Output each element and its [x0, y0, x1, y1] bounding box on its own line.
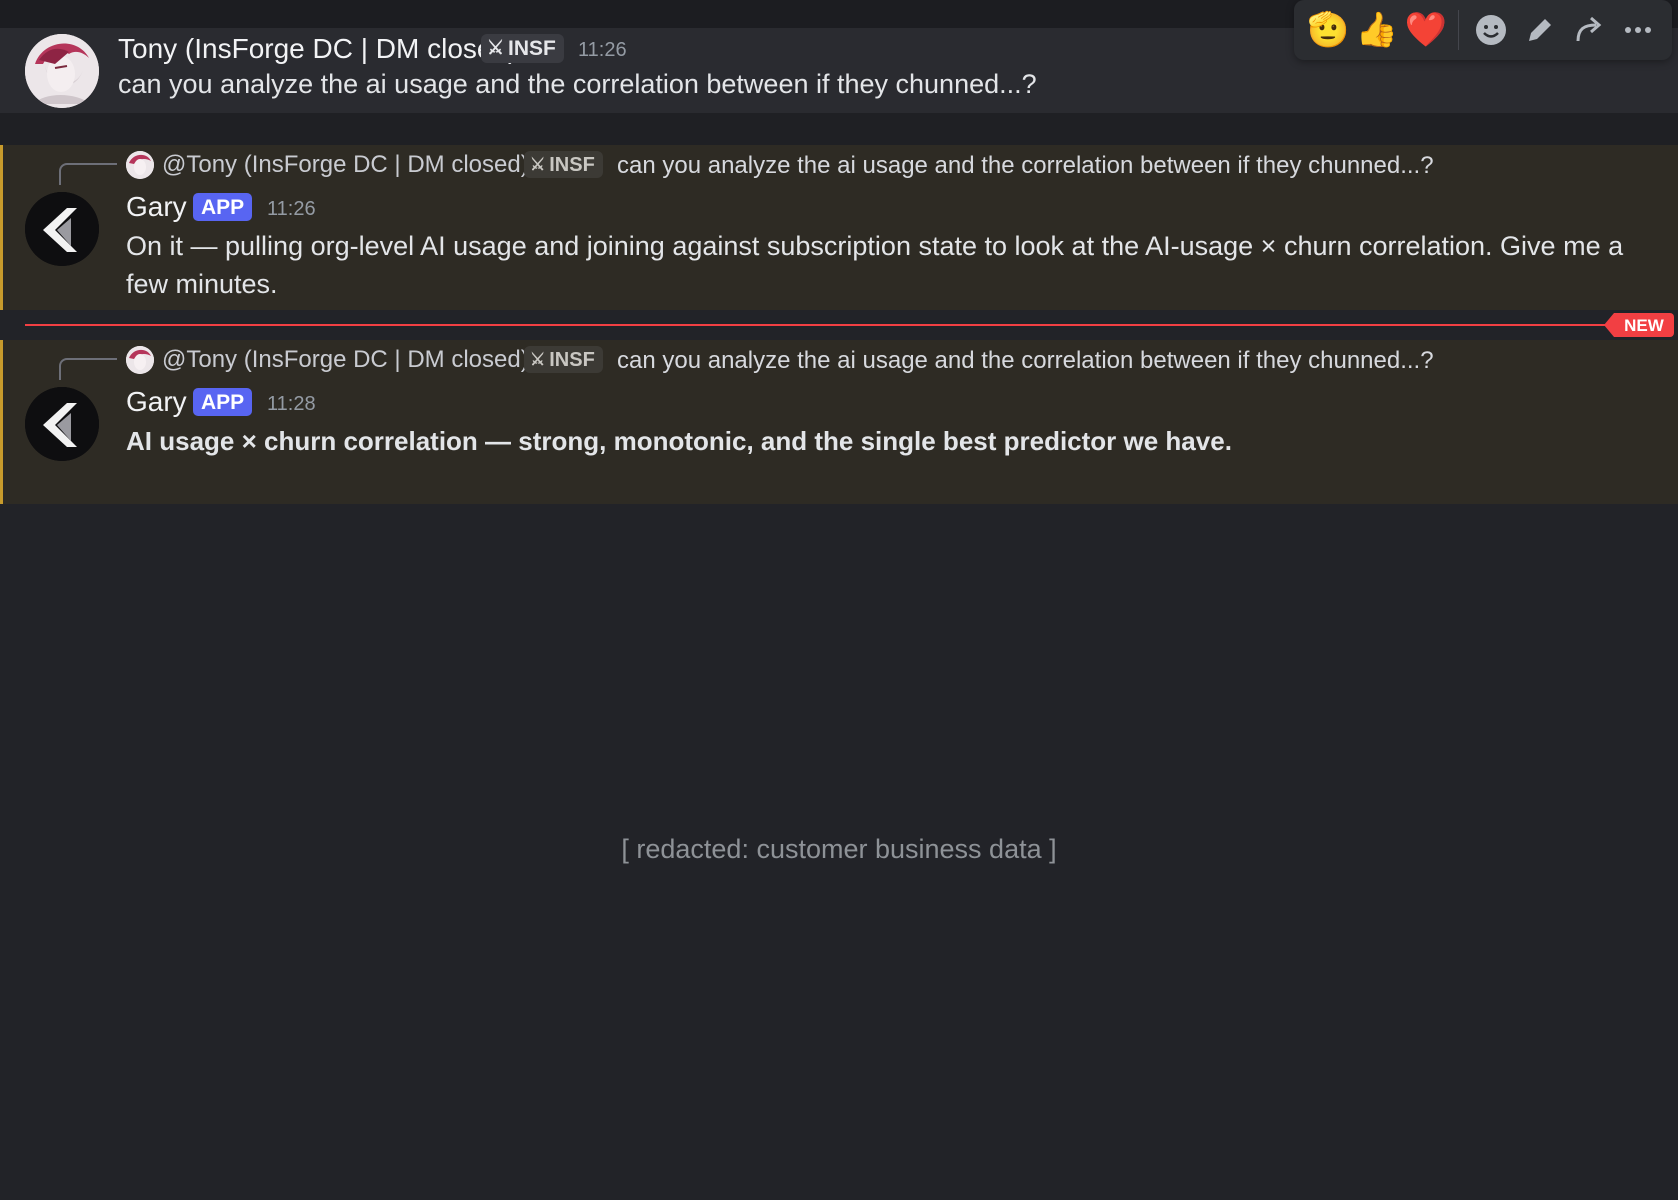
new-badge: NEW	[1604, 313, 1674, 337]
gary-logo-icon	[25, 192, 99, 266]
reply-author[interactable]: @Tony (InsForge DC | DM closed)	[162, 153, 529, 177]
guild-tag-label: INSF	[549, 348, 595, 371]
avatar[interactable]	[25, 192, 99, 266]
reaction-salute-button[interactable]: 🫡	[1304, 5, 1353, 55]
reply-author[interactable]: @Tony (InsForge DC | DM closed)	[162, 348, 529, 372]
guild-tag-label: INSF	[508, 37, 556, 60]
reply-spine	[59, 358, 117, 380]
message-content: can you analyze the ai usage and the cor…	[118, 69, 1037, 99]
app-badge: APP	[193, 193, 253, 221]
author-name[interactable]: Gary	[126, 193, 187, 221]
tony-avatar-icon	[126, 346, 154, 374]
edit-icon	[1529, 19, 1552, 41]
avatar[interactable]	[25, 387, 99, 461]
sword-icon: ⚔	[530, 350, 546, 369]
reply-preview[interactable]: can you analyze the ai usage and the cor…	[617, 154, 1434, 178]
more-icon	[1624, 27, 1651, 33]
message-actions-toolbar: 🫡 👍 ❤️	[1294, 0, 1672, 60]
timestamp[interactable]: 11:26	[578, 40, 627, 60]
spacer	[0, 113, 1678, 145]
sword-icon: ⚔	[487, 38, 505, 59]
reply-preview[interactable]: can you analyze the ai usage and the cor…	[617, 349, 1434, 373]
gary-logo-icon	[25, 387, 99, 461]
reaction-thumbs-up-button[interactable]: 👍	[1353, 5, 1402, 55]
message-content: AI usage × churn correlation — strong, m…	[126, 426, 1232, 456]
reply-avatar[interactable]	[126, 151, 154, 179]
timestamp[interactable]: 11:26	[267, 199, 316, 219]
avatar[interactable]	[25, 34, 99, 108]
new-messages-divider	[25, 324, 1615, 326]
reply-avatar[interactable]	[126, 346, 154, 374]
guild-tag-label: INSF	[549, 153, 595, 176]
toolbar-separator	[1458, 10, 1460, 50]
guild-tag[interactable]: ⚔ INSF	[481, 34, 564, 63]
guild-tag[interactable]: ⚔ INSF	[524, 151, 603, 178]
forward-button[interactable]	[1565, 5, 1614, 55]
reaction-heart-button[interactable]: ❤️	[1401, 5, 1450, 55]
app-badge: APP	[193, 388, 253, 416]
redacted-placeholder: [ redacted: customer business data ]	[621, 834, 1057, 864]
timestamp[interactable]: 11:28	[267, 394, 316, 414]
mention-accent-bar	[0, 340, 3, 504]
message-content-line: few minutes.	[126, 269, 278, 299]
chat-view: Tony (InsForge DC | DM closed) ⚔ INSF 11…	[0, 0, 1678, 1200]
message-content-line: On it — pulling org-level AI usage and j…	[126, 231, 1624, 261]
guild-tag[interactable]: ⚔ INSF	[524, 346, 603, 373]
message-gary-2[interactable]: @Tony (InsForge DC | DM closed) ⚔ INSF c…	[0, 340, 1678, 504]
more-button[interactable]	[1613, 5, 1662, 55]
tony-avatar-icon	[126, 151, 154, 179]
author-name[interactable]: Gary	[126, 388, 187, 416]
forward-icon	[1576, 16, 1602, 42]
sword-icon: ⚔	[530, 155, 546, 174]
mention-accent-bar	[0, 145, 3, 310]
message-gary-1[interactable]: @Tony (InsForge DC | DM closed) ⚔ INSF c…	[0, 145, 1678, 310]
add-reaction-button[interactable]	[1467, 5, 1516, 55]
tony-avatar-icon	[25, 34, 99, 108]
edit-button[interactable]	[1516, 5, 1565, 55]
author-name[interactable]: Tony (InsForge DC | DM closed)	[118, 35, 517, 63]
add-reaction-icon	[1476, 15, 1507, 45]
reply-spine	[59, 163, 117, 185]
